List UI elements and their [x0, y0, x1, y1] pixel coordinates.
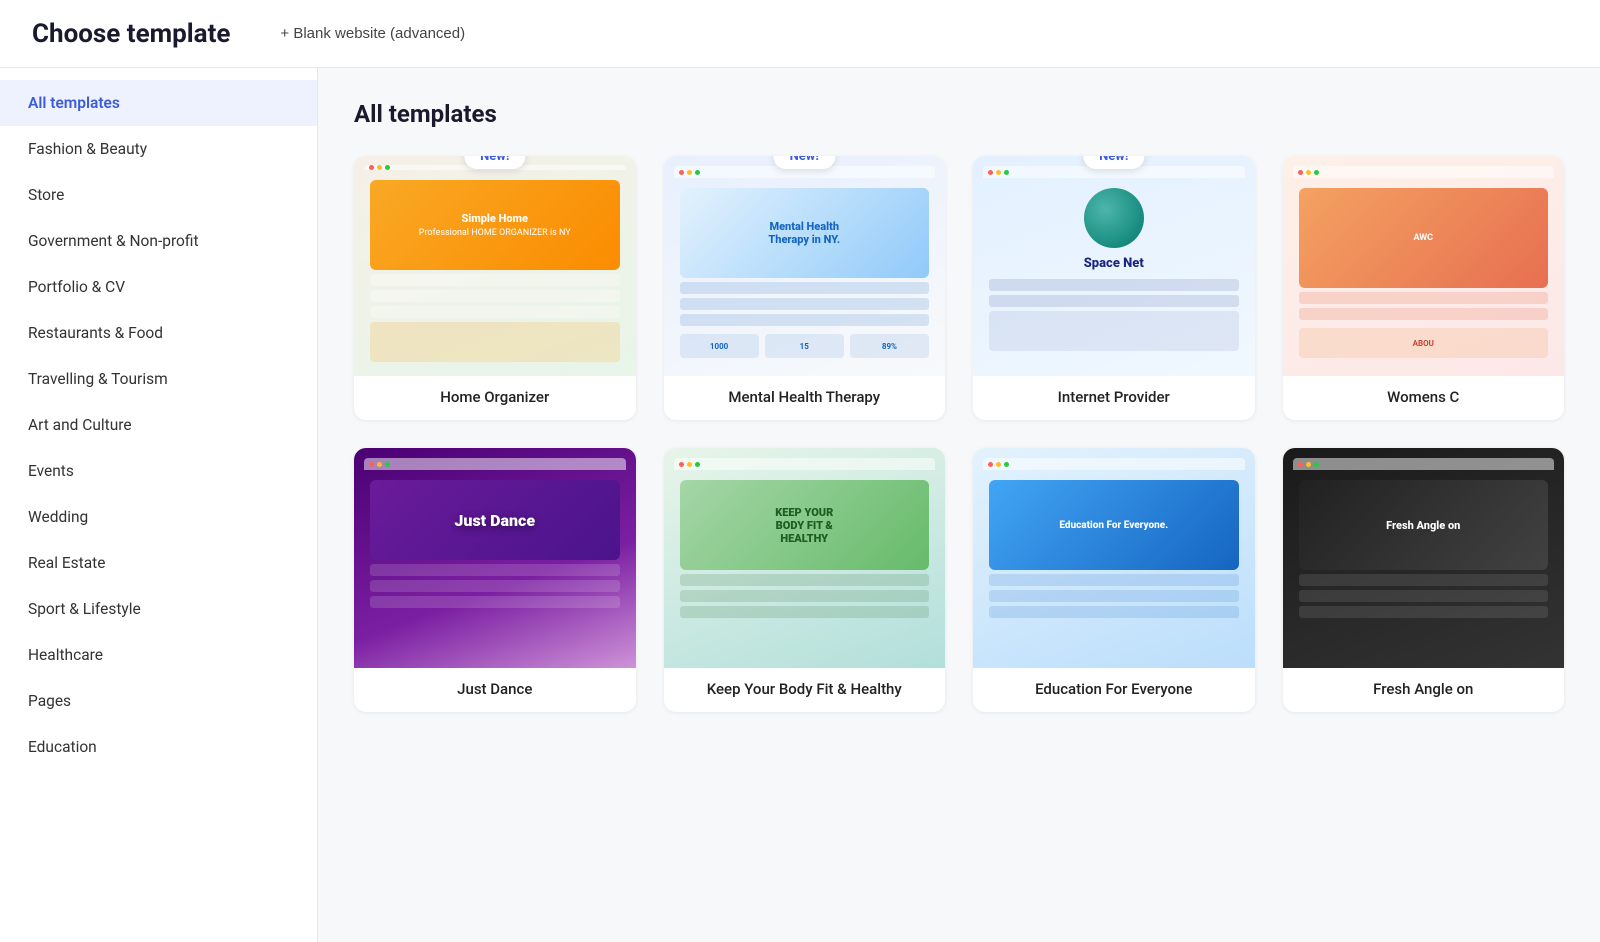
page-title: Choose template: [32, 19, 230, 49]
template-preview-internet: Space Net: [973, 156, 1255, 376]
template-card-fitness[interactable]: KEEP YOURBODY FIT &HEALTHYKeep Your Body…: [664, 448, 946, 712]
template-preview-fresh: Fresh Angle on: [1283, 448, 1565, 668]
sidebar-item-portfolio-cv[interactable]: Portfolio & CV: [0, 264, 317, 310]
sidebar-item-real-estate[interactable]: Real Estate: [0, 540, 317, 586]
template-name-fitness: Keep Your Body Fit & Healthy: [664, 668, 946, 712]
blank-website-button[interactable]: + Blank website (advanced): [270, 19, 475, 48]
template-preview-fitness: KEEP YOURBODY FIT &HEALTHY: [664, 448, 946, 668]
new-badge: New!: [774, 156, 835, 169]
sidebar-item-store[interactable]: Store: [0, 172, 317, 218]
sidebar-item-events[interactable]: Events: [0, 448, 317, 494]
template-card-internet-provider[interactable]: New!Space NetInternet Provider: [973, 156, 1255, 420]
section-title: All templates: [354, 100, 1564, 128]
sidebar-item-fashion-beauty[interactable]: Fashion & Beauty: [0, 126, 317, 172]
template-name-fresh-angle: Fresh Angle on: [1283, 668, 1565, 712]
new-badge: New!: [464, 156, 525, 169]
sidebar-item-restaurants-food[interactable]: Restaurants & Food: [0, 310, 317, 356]
template-card-home-organizer[interactable]: New!Simple HomeProfessional HOME ORGANIZ…: [354, 156, 636, 420]
template-preview-mental-health: Mental HealthTherapy in NY.10001589%: [664, 156, 946, 376]
template-preview-home-organizer: Simple HomeProfessional HOME ORGANIZER i…: [354, 156, 636, 376]
main-layout: All templatesFashion & BeautyStoreGovern…: [0, 68, 1600, 942]
template-card-fresh-angle[interactable]: Fresh Angle onFresh Angle on: [1283, 448, 1565, 712]
template-name-just-dance: Just Dance: [354, 668, 636, 712]
template-name-internet-provider: Internet Provider: [973, 376, 1255, 420]
template-preview-education: Education For Everyone.: [973, 448, 1255, 668]
template-card-womens-c[interactable]: AWCABOUWomens C: [1283, 156, 1565, 420]
template-name-education-for-everyone: Education For Everyone: [973, 668, 1255, 712]
sidebar-item-all-templates[interactable]: All templates: [0, 80, 317, 126]
sidebar: All templatesFashion & BeautyStoreGovern…: [0, 68, 318, 942]
sidebar-item-wedding[interactable]: Wedding: [0, 494, 317, 540]
new-badge: New!: [1083, 156, 1144, 169]
sidebar-item-pages[interactable]: Pages: [0, 678, 317, 724]
sidebar-item-travelling-tourism[interactable]: Travelling & Tourism: [0, 356, 317, 402]
sidebar-item-healthcare[interactable]: Healthcare: [0, 632, 317, 678]
sidebar-item-sport-lifestyle[interactable]: Sport & Lifestyle: [0, 586, 317, 632]
template-card-education-for-everyone[interactable]: Education For Everyone.Education For Eve…: [973, 448, 1255, 712]
sidebar-item-art-culture[interactable]: Art and Culture: [0, 402, 317, 448]
template-name-home-organizer: Home Organizer: [354, 376, 636, 420]
header: Choose template + Blank website (advance…: [0, 0, 1600, 68]
template-preview-dance: Just Dance: [354, 448, 636, 668]
template-name-mental-health: Mental Health Therapy: [664, 376, 946, 420]
template-name-womens-c: Womens C: [1283, 376, 1565, 420]
sidebar-item-education[interactable]: Education: [0, 724, 317, 770]
template-card-just-dance[interactable]: Just DanceJust Dance: [354, 448, 636, 712]
sidebar-item-government-nonprofit[interactable]: Government & Non-profit: [0, 218, 317, 264]
template-card-mental-health[interactable]: New!Mental HealthTherapy in NY.10001589%…: [664, 156, 946, 420]
content-area: All templates New!Simple HomeProfessiona…: [318, 68, 1600, 942]
template-grid: New!Simple HomeProfessional HOME ORGANIZ…: [354, 156, 1564, 712]
template-preview-womens: AWCABOU: [1283, 156, 1565, 376]
